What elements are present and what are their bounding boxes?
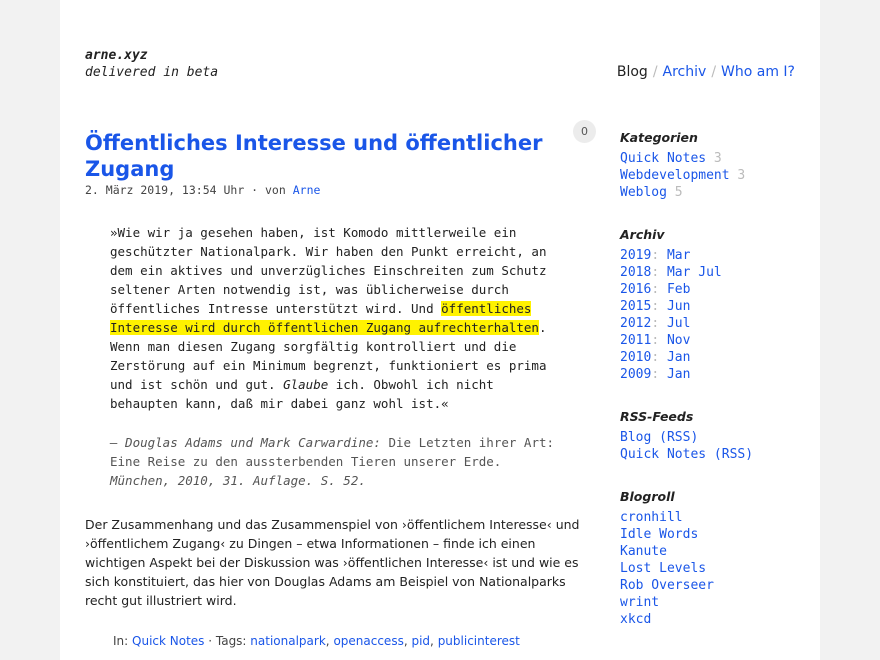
comment-count-badge[interactable]: 0: [573, 120, 596, 143]
blogroll-link[interactable]: Kanute: [620, 544, 667, 559]
blogroll-list: cronhill Idle Words Kanute Lost Levels R…: [620, 509, 810, 628]
post-date: 2. März 2019, 13:54 Uhr · von: [85, 183, 293, 197]
archive-month-link[interactable]: Jun: [667, 299, 690, 314]
site-title[interactable]: arne.xyz: [85, 48, 148, 63]
sidebar: Kategorien Quick Notes 3 Webdevelopment …: [620, 130, 810, 628]
category-item: Webdevelopment 3: [620, 167, 810, 184]
sidebar-heading-categories: Kategorien: [620, 130, 698, 145]
tag-link[interactable]: pid: [411, 634, 430, 648]
rss-link[interactable]: Quick Notes (RSS): [620, 447, 753, 462]
rss-item: Quick Notes (RSS): [620, 446, 810, 463]
archive-year-link[interactable]: 2009: [620, 367, 651, 382]
archive-month-link[interactable]: Feb: [667, 282, 690, 297]
sidebar-heading-blogroll: Blogroll: [620, 489, 675, 504]
blogroll-link[interactable]: Idle Words: [620, 527, 698, 542]
blogroll-item: Kanute: [620, 543, 810, 560]
archive-month-link[interactable]: Jan: [667, 367, 690, 382]
blogroll-item: Rob Overseer: [620, 577, 810, 594]
footer-in-label: In:: [113, 634, 133, 648]
archive-year-link[interactable]: 2016: [620, 282, 651, 297]
post-title[interactable]: Öffentliches Interesse und öffentlicher …: [85, 130, 565, 182]
category-link[interactable]: Weblog: [620, 185, 667, 200]
source-publication: München, 2010, 31. Auflage. S. 52.: [110, 473, 366, 488]
archive-month-link[interactable]: Nov: [667, 333, 690, 348]
nav-archiv[interactable]: Archiv: [663, 64, 707, 80]
category-item: Quick Notes 3: [620, 150, 810, 167]
archive-year-link[interactable]: 2011: [620, 333, 651, 348]
category-count: 3: [737, 168, 746, 183]
rss-link[interactable]: Blog (RSS): [620, 430, 698, 445]
category-count: 5: [674, 185, 683, 200]
blogroll-link[interactable]: cronhill: [620, 510, 683, 525]
archive-year-link[interactable]: 2019: [620, 248, 651, 263]
quote-source: — Douglas Adams und Mark Carwardine: Die…: [110, 433, 565, 490]
archive-year-link[interactable]: 2015: [620, 299, 651, 314]
archive-month-link[interactable]: Mar: [667, 248, 690, 263]
blogroll-link[interactable]: Lost Levels: [620, 561, 706, 576]
main-nav: Blog / Archiv / Who am I?: [617, 64, 795, 80]
tag-link[interactable]: publicinterest: [438, 634, 520, 648]
blogroll-item: Lost Levels: [620, 560, 810, 577]
blogroll-item: wrint: [620, 594, 810, 611]
blogroll-item: Idle Words: [620, 526, 810, 543]
archive-item: 2011: Nov: [620, 333, 691, 348]
nav-who-am-i[interactable]: Who am I?: [721, 64, 795, 80]
category-item: Weblog 5: [620, 184, 810, 201]
blogroll-item: cronhill: [620, 509, 810, 526]
footer-tags-label: · Tags:: [204, 634, 251, 648]
archive-month-link[interactable]: Jul: [667, 316, 690, 331]
archive-item: 2010: Jan: [620, 350, 691, 365]
archive-item: 2016: Feb: [620, 282, 691, 297]
site-tagline: delivered in beta: [85, 65, 219, 80]
rss-list: Blog (RSS) Quick Notes (RSS): [620, 429, 810, 463]
category-link[interactable]: Webdevelopment: [620, 168, 730, 183]
archive-list: 2019: Mar 2018: Mar Jul 2016: Feb 2015: …: [620, 247, 810, 383]
source-author: — Douglas Adams und Mark Carwardine:: [110, 435, 381, 450]
archive-month-link[interactable]: Jul: [698, 265, 721, 280]
archive-month-link[interactable]: Mar: [667, 265, 690, 280]
archive-item: 2015: Jun: [620, 299, 691, 314]
archive-item: 2019: Mar: [620, 248, 691, 263]
nav-blog[interactable]: Blog: [617, 64, 648, 80]
blogroll-item: xkcd: [620, 611, 810, 628]
footer-category-link[interactable]: Quick Notes: [132, 634, 204, 648]
archive-item: 2018: Mar Jul: [620, 265, 722, 280]
post-meta: 2. März 2019, 13:54 Uhr · von Arne: [85, 183, 320, 197]
post-footer: In: Quick Notes · Tags: nationalpark, op…: [113, 634, 520, 648]
blogroll-link[interactable]: wrint: [620, 595, 659, 610]
post-author-link[interactable]: Arne: [293, 183, 321, 197]
category-list: Quick Notes 3 Webdevelopment 3 Weblog 5: [620, 150, 810, 201]
nav-separator: /: [711, 64, 717, 80]
archive-year-link[interactable]: 2010: [620, 350, 651, 365]
blockquote: »Wie wir ja gesehen haben, ist Komodo mi…: [110, 223, 565, 413]
nav-separator: /: [652, 64, 658, 80]
sidebar-heading-rss: RSS-Feeds: [620, 409, 694, 424]
rss-item: Blog (RSS): [620, 429, 810, 446]
category-link[interactable]: Quick Notes: [620, 151, 706, 166]
archive-month-link[interactable]: Jan: [667, 350, 690, 365]
archive-item: 2009: Jan: [620, 367, 691, 382]
archive-year-link[interactable]: 2012: [620, 316, 651, 331]
post-body: Der Zusammenhang und das Zusammenspiel v…: [85, 517, 580, 608]
sidebar-heading-archive: Archiv: [620, 227, 665, 242]
blogroll-link[interactable]: xkcd: [620, 612, 651, 627]
archive-item: 2012: Jul: [620, 316, 691, 331]
tag-link[interactable]: openaccess: [333, 634, 403, 648]
quote-emphasis: Glaube: [283, 377, 329, 392]
quote-text: »Wie wir ja gesehen haben, ist Komodo mi…: [110, 223, 565, 413]
category-count: 3: [713, 151, 722, 166]
archive-year-link[interactable]: 2018: [620, 265, 651, 280]
page: arne.xyz delivered in beta Blog / Archiv / W…: [60, 0, 820, 660]
blogroll-link[interactable]: Rob Overseer: [620, 578, 714, 593]
tag-link[interactable]: nationalpark: [250, 634, 326, 648]
